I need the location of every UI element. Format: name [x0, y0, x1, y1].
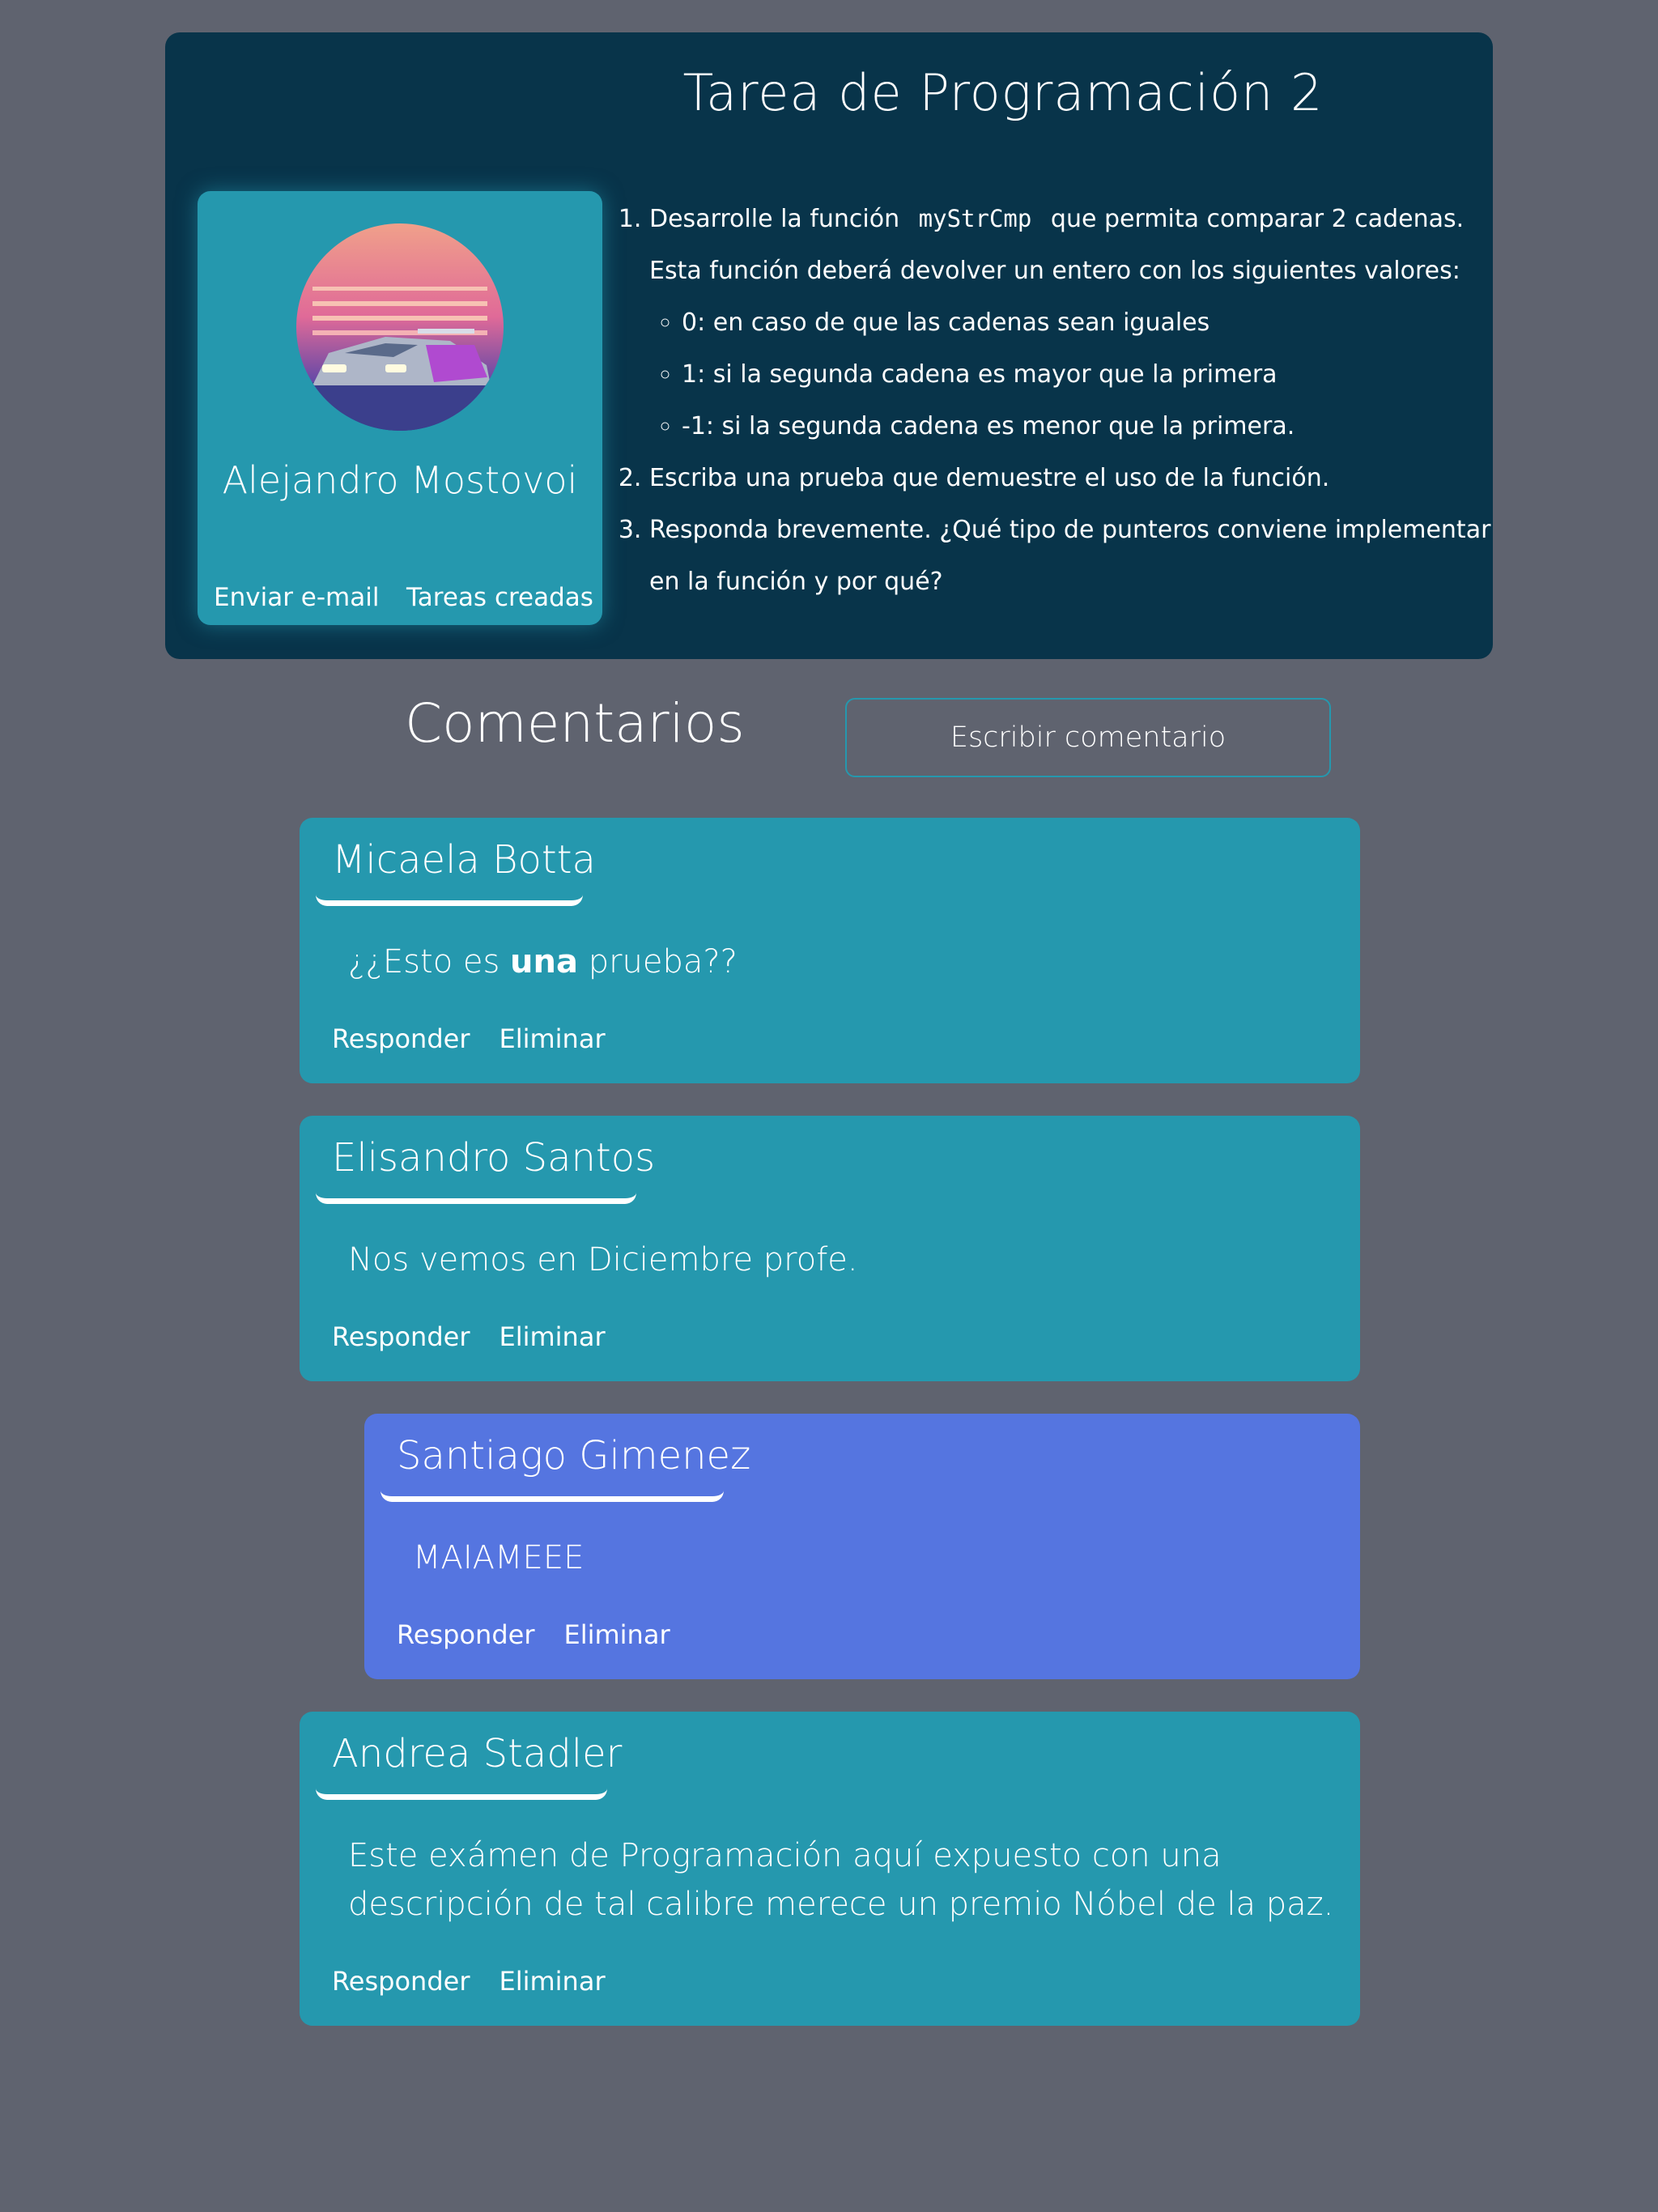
- author-underline: [316, 1784, 607, 1800]
- task-item: Escriba una prueba que demuestre el uso …: [649, 453, 1507, 504]
- comment-actions: Responder Eliminar: [332, 1023, 635, 1054]
- comment-actions: Responder Eliminar: [332, 1321, 635, 1352]
- task-card: Tarea de Programación 2 Alejandro Mostov…: [165, 32, 1493, 659]
- send-email-link[interactable]: Enviar e-mail: [214, 583, 379, 612]
- comment-card: Micaela Botta ¿¿Esto es una prueba?? Res…: [300, 818, 1360, 1083]
- author-underline: [380, 1487, 724, 1502]
- comment-actions: Responder Eliminar: [397, 1619, 699, 1650]
- task-item: Desarrolle la función myStrCmp que permi…: [649, 193, 1507, 453]
- delete-button[interactable]: Eliminar: [499, 1321, 605, 1352]
- comment-card: Elisandro Santos Nos vemos en Diciembre …: [300, 1116, 1360, 1381]
- delete-button[interactable]: Eliminar: [499, 1023, 605, 1054]
- write-comment-button[interactable]: Escribir comentario: [845, 698, 1331, 777]
- task-instructions-list: Desarrolle la función myStrCmp que permi…: [617, 193, 1507, 608]
- task-item-text: Desarrolle la función: [649, 205, 900, 233]
- comment-text: ¿¿Esto es una prueba??: [348, 938, 1344, 986]
- created-tasks-link[interactable]: Tareas creadas: [406, 583, 593, 612]
- function-name-code: myStrCmp: [918, 205, 1032, 232]
- return-value-item: 1: si la segunda cadena es mayor que la …: [682, 349, 1507, 401]
- comment-text-bold: una: [510, 943, 578, 981]
- author-avatar: [296, 223, 504, 431]
- comment-author: Micaela Botta: [332, 837, 596, 883]
- reply-button[interactable]: Responder: [332, 1023, 470, 1054]
- reply-button[interactable]: Responder: [332, 1321, 470, 1352]
- reply-comment-card: Santiago Gimenez MAIAMEEE Responder Elimi…: [364, 1414, 1360, 1679]
- return-value-item: -1: si la segunda cadena es menor que la…: [682, 401, 1507, 453]
- delete-button[interactable]: Eliminar: [563, 1619, 670, 1650]
- comment-author: Santiago Gimenez: [397, 1433, 751, 1478]
- author-card: Alejandro Mostovoi Enviar e-mail Tareas …: [198, 191, 602, 625]
- comments-heading: Comentarios: [405, 692, 745, 755]
- reply-button[interactable]: Responder: [332, 1966, 470, 1997]
- comment-text: Este exámen de Programación aquí expuest…: [348, 1837, 1334, 1923]
- task-item: Responda brevemente. ¿Qué tipo de punter…: [649, 504, 1507, 608]
- comment-text-part: prueba??: [578, 943, 738, 981]
- task-title: Tarea de Programación 2: [682, 63, 1324, 122]
- comment-actions: Responder Eliminar: [332, 1966, 635, 1997]
- reply-button[interactable]: Responder: [397, 1619, 534, 1650]
- comment-author: Elisandro Santos: [332, 1135, 656, 1180]
- author-name: Alejandro Mostovoi: [222, 458, 578, 502]
- author-underline: [316, 891, 583, 906]
- delete-button[interactable]: Eliminar: [499, 1966, 605, 1997]
- comment-text-part: ¿¿Esto es: [348, 943, 511, 981]
- author-underline: [316, 1189, 636, 1204]
- comment-text: Nos vemos en Diciembre profe.: [348, 1241, 858, 1278]
- synthwave-car-avatar-image: [296, 223, 504, 431]
- comment-author: Andrea Stadler: [332, 1731, 623, 1776]
- return-values-list: 0: en caso de que las cadenas sean igual…: [649, 297, 1507, 453]
- comment-card: Andrea Stadler Este exámen de Programaci…: [300, 1712, 1360, 2026]
- return-value-item: 0: en caso de que las cadenas sean igual…: [682, 297, 1507, 349]
- comment-text: MAIAMEEE: [413, 1539, 585, 1576]
